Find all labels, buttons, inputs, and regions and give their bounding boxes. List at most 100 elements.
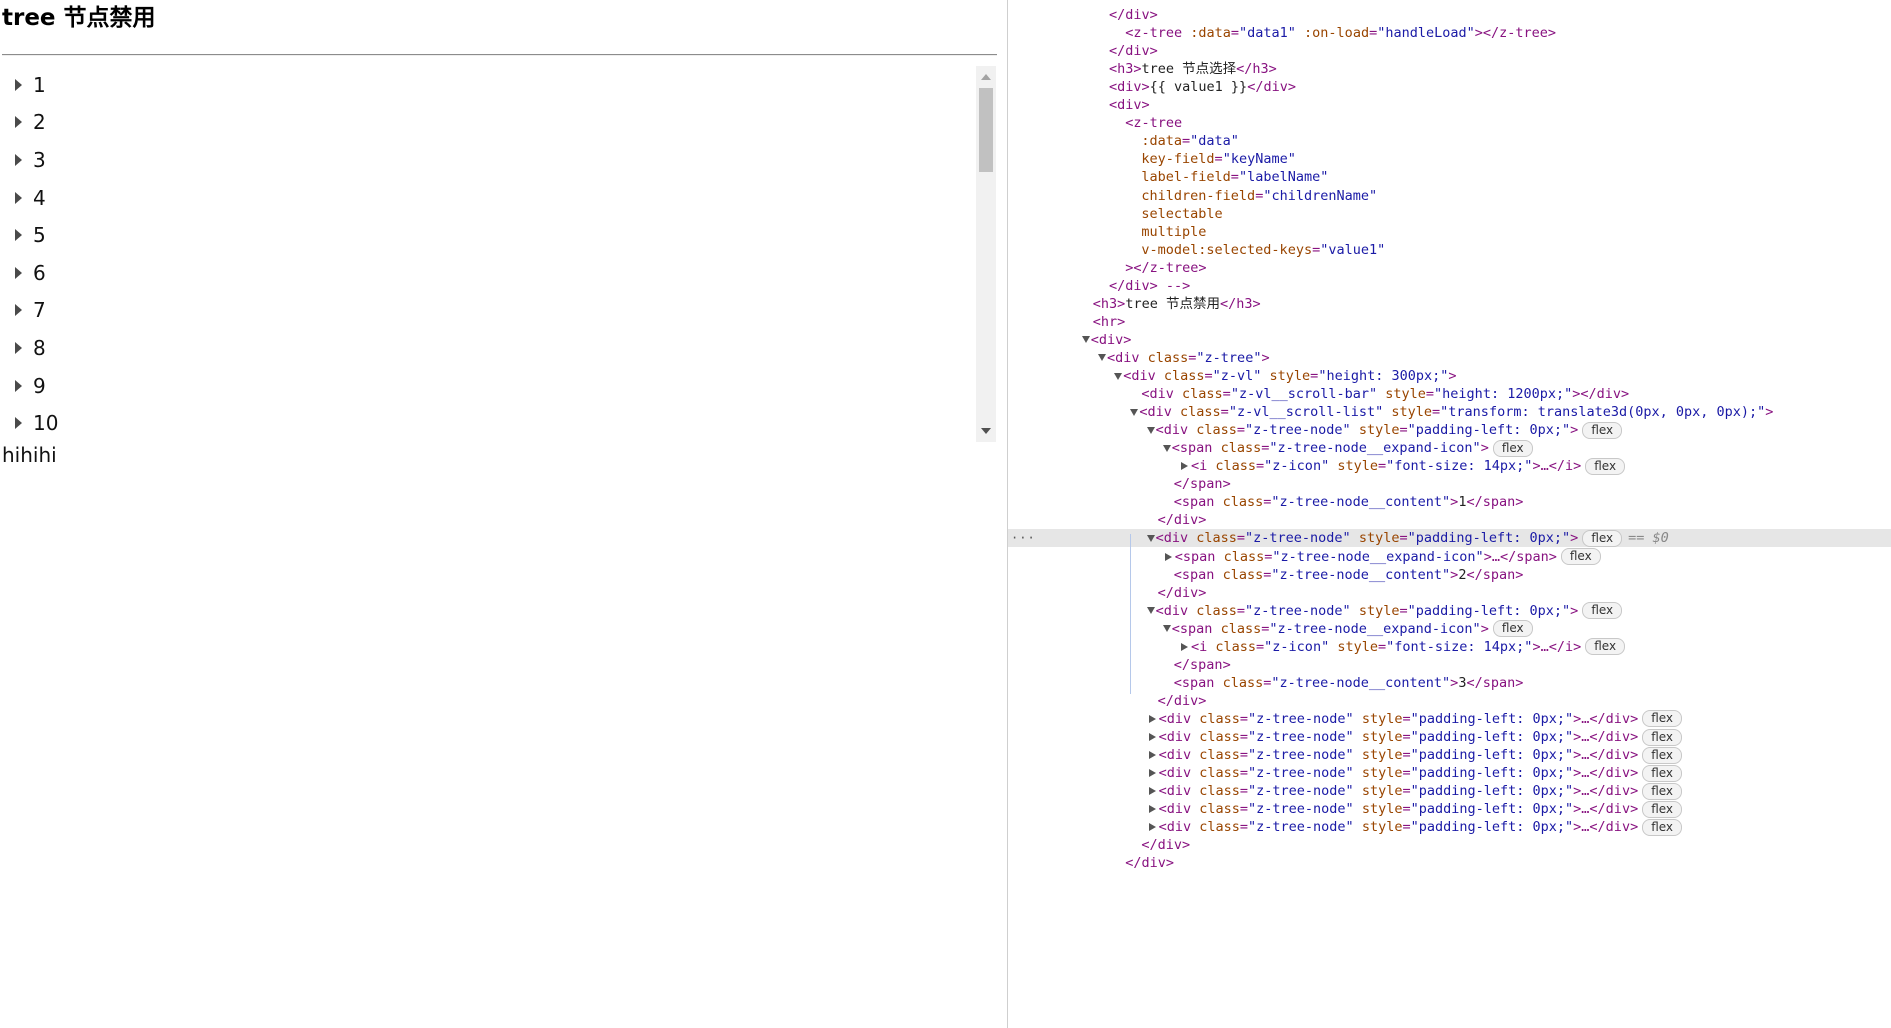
tree-scrollbar[interactable]	[976, 66, 996, 442]
dom-tree-line[interactable]: </div>	[1008, 42, 1891, 60]
dom-tree-line[interactable]: <div class="z-tree-node" style="padding-…	[1008, 421, 1891, 439]
virtual-tree[interactable]: 1 2 3 4 5 6 7 8 9 10	[2, 66, 996, 442]
dom-tree-line[interactable]: <span class="z-tree-node__expand-icon">……	[1008, 548, 1891, 566]
dom-tree-line[interactable]: <span class="z-tree-node__content">2</sp…	[1008, 566, 1891, 584]
dom-tree-line[interactable]: <div class="z-tree-node" style="padding-…	[1008, 764, 1891, 782]
expanded-triangle-icon[interactable]	[1114, 372, 1123, 380]
dom-tree-line[interactable]: </div>	[1008, 584, 1891, 602]
flex-badge[interactable]: flex	[1642, 800, 1683, 818]
dom-tree-line[interactable]: </div>	[1008, 854, 1891, 872]
flex-badge[interactable]: flex	[1642, 818, 1683, 836]
dom-tree-line[interactable]: <span class="z-tree-node__content">1</sp…	[1008, 493, 1891, 511]
tree-node[interactable]: 4	[2, 179, 977, 217]
collapsed-triangle-icon[interactable]	[1148, 769, 1156, 778]
expand-caret-icon[interactable]	[2, 75, 32, 95]
tree-node[interactable]: 2	[2, 104, 977, 142]
expand-caret-icon[interactable]	[2, 413, 32, 433]
flex-badge[interactable]: flex	[1585, 457, 1626, 475]
collapsed-triangle-icon[interactable]	[1164, 552, 1172, 561]
flex-badge[interactable]: flex	[1642, 746, 1683, 764]
scroll-down-arrow-icon[interactable]	[981, 428, 991, 434]
dom-tree-line[interactable]: <div class="z-tree-node" style="padding-…	[1008, 818, 1891, 836]
dom-tree-line[interactable]: <h3>tree 节点禁用</h3>	[1008, 295, 1891, 313]
tree-node[interactable]: 9	[2, 367, 977, 405]
flex-badge[interactable]: flex	[1582, 421, 1623, 439]
expanded-triangle-icon[interactable]	[1146, 534, 1155, 542]
dom-tree-line[interactable]: v-model:selected-keys="value1"	[1008, 241, 1891, 259]
expand-caret-icon[interactable]	[2, 225, 32, 245]
tree-node[interactable]: 10	[2, 404, 977, 442]
collapsed-triangle-icon[interactable]	[1181, 642, 1188, 651]
dom-tree-line[interactable]: <span class="z-tree-node__expand-icon"> f…	[1008, 439, 1891, 457]
expanded-triangle-icon[interactable]	[1146, 426, 1155, 434]
dom-tree-line[interactable]: children-field="childrenName"	[1008, 187, 1891, 205]
collapsed-triangle-icon[interactable]	[1148, 714, 1156, 723]
dom-tree-line[interactable]: <div class="z-tree-node" style="padding-…	[1008, 800, 1891, 818]
tree-node[interactable]: 8	[2, 329, 977, 367]
collapsed-triangle-icon[interactable]	[1148, 805, 1156, 814]
dom-tree-line[interactable]: </div> -->	[1008, 277, 1891, 295]
dom-tree-line[interactable]: <h3>tree 节点选择</h3>	[1008, 60, 1891, 78]
dom-tree-line[interactable]: </div>	[1008, 692, 1891, 710]
dom-tree-line[interactable]: <div class="z-tree">	[1008, 349, 1891, 367]
dom-tree-line[interactable]: <span class="z-tree-node__expand-icon"> f…	[1008, 620, 1891, 638]
expand-caret-icon[interactable]	[2, 338, 32, 358]
expand-caret-icon[interactable]	[2, 112, 32, 132]
dom-tree-line[interactable]: <div class="z-tree-node" style="padding-…	[1008, 602, 1891, 620]
flex-badge[interactable]: flex	[1642, 764, 1683, 782]
flex-badge[interactable]: flex	[1560, 548, 1601, 565]
dom-tree-line[interactable]: <z-tree	[1008, 114, 1891, 132]
dom-tree-line[interactable]: </div>	[1008, 6, 1891, 24]
expanded-triangle-icon[interactable]	[1130, 408, 1139, 416]
flex-badge[interactable]: flex	[1642, 782, 1683, 800]
dom-tree-line[interactable]: <div class="z-tree-node" style="padding-…	[1008, 782, 1891, 800]
dom-tree-line[interactable]: selectable	[1008, 205, 1891, 223]
flex-badge[interactable]: flex	[1585, 638, 1626, 656]
flex-badge[interactable]: flex	[1642, 710, 1683, 728]
expanded-triangle-icon[interactable]	[1081, 336, 1090, 344]
dom-tree-line[interactable]: <i class="z-icon" style="font-size: 14px…	[1008, 638, 1891, 656]
dom-tree-line[interactable]: <span class="z-tree-node__content">3</sp…	[1008, 674, 1891, 692]
dom-tree-line[interactable]: multiple	[1008, 223, 1891, 241]
more-options-icon[interactable]: ···	[1011, 529, 1036, 547]
dom-tree-line[interactable]: <div>{{ value1 }}</div>	[1008, 78, 1891, 96]
flex-badge[interactable]: flex	[1642, 728, 1683, 746]
expanded-triangle-icon[interactable]	[1098, 354, 1106, 362]
tree-node[interactable]: 3	[2, 141, 977, 179]
expand-caret-icon[interactable]	[2, 300, 32, 320]
tree-node[interactable]: 1	[2, 66, 977, 104]
dom-tree-line[interactable]: <div class="z-tree-node" style="padding-…	[1008, 710, 1891, 728]
expand-caret-icon[interactable]	[2, 150, 32, 170]
tree-node[interactable]: 5	[2, 216, 977, 254]
dom-tree-line[interactable]: </span>	[1008, 656, 1891, 674]
dom-tree-line[interactable]: <div class="z-tree-node" style="padding-…	[1008, 746, 1891, 764]
dom-tree-line[interactable]: :data="data"	[1008, 132, 1891, 150]
dom-tree-line[interactable]: ></z-tree>	[1008, 259, 1891, 277]
collapsed-triangle-icon[interactable]	[1181, 462, 1188, 471]
dom-tree-line[interactable]: </div>	[1008, 511, 1891, 529]
expanded-triangle-icon[interactable]	[1162, 444, 1171, 452]
dom-tree-line[interactable]: ··· <div class="z-tree-node" style="paddi…	[1008, 529, 1891, 548]
flex-badge[interactable]: flex	[1492, 620, 1533, 638]
scroll-up-arrow-icon[interactable]	[981, 74, 991, 80]
expand-caret-icon[interactable]	[2, 376, 32, 396]
dom-tree-line[interactable]: <z-tree :data="data1" :on-load="handleLo…	[1008, 24, 1891, 42]
flex-badge[interactable]: flex	[1582, 602, 1623, 620]
expand-caret-icon[interactable]	[2, 188, 32, 208]
collapsed-triangle-icon[interactable]	[1148, 751, 1156, 760]
dom-tree-line[interactable]: </span>	[1008, 475, 1891, 493]
dom-tree-line[interactable]: <div>	[1008, 331, 1891, 349]
dom-tree-line[interactable]: label-field="labelName"	[1008, 168, 1891, 186]
tree-node[interactable]: 7	[2, 292, 977, 330]
dom-tree-line[interactable]: <div class="z-vl" style="height: 300px;"…	[1008, 367, 1891, 385]
flex-badge[interactable]: flex	[1582, 529, 1623, 547]
dom-tree-line[interactable]: <div class="z-vl__scroll-bar" style="hei…	[1008, 385, 1891, 403]
dom-tree-line[interactable]: <div class="z-tree-node" style="padding-…	[1008, 728, 1891, 746]
collapsed-triangle-icon[interactable]	[1148, 733, 1156, 741]
collapsed-triangle-icon[interactable]	[1148, 787, 1156, 796]
scrollbar-thumb[interactable]	[979, 88, 993, 172]
tree-node[interactable]: 6	[2, 254, 977, 292]
dom-tree-line[interactable]: </div>	[1008, 836, 1891, 854]
collapsed-triangle-icon[interactable]	[1148, 823, 1156, 832]
flex-badge[interactable]: flex	[1492, 439, 1533, 457]
